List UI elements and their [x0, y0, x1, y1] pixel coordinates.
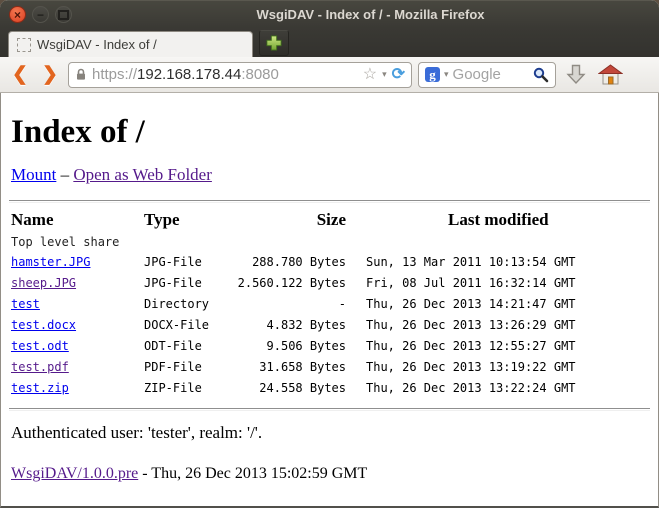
- file-size-cell: 24.558 Bytes: [231, 378, 346, 399]
- search-engine-dropdown-icon[interactable]: ▾: [444, 69, 449, 80]
- file-link[interactable]: test: [11, 297, 40, 311]
- home-icon: [598, 64, 623, 86]
- plus-icon: [266, 35, 282, 51]
- share-label: Top level share: [11, 232, 648, 252]
- file-modified-cell: Thu, 26 Dec 2013 12:55:27 GMT: [366, 336, 576, 357]
- divider-top: [9, 200, 650, 203]
- page-content: Index of / Mount – Open as Web Folder Na…: [0, 93, 659, 508]
- file-rows: hamster.JPG JPG-File288.780 Bytes Sun, 13 …: [11, 252, 648, 399]
- file-modified-cell: Fri, 08 Jul 2011 16:32:14 GMT: [366, 273, 576, 294]
- file-size-cell: 288.780 Bytes: [231, 252, 346, 273]
- table-header-row: Name Type Size Last modified: [11, 210, 648, 230]
- divider-bottom: [9, 408, 650, 411]
- new-tab-button[interactable]: [259, 30, 289, 56]
- forward-button[interactable]: ❯: [38, 63, 62, 87]
- file-name-cell: test.odt: [11, 336, 144, 357]
- back-button[interactable]: ❮: [8, 63, 32, 87]
- url-scheme: https://: [92, 66, 137, 83]
- server-date: - Thu, 26 Dec 2013 15:02:59 GMT: [138, 465, 367, 482]
- download-button[interactable]: [562, 61, 590, 89]
- file-name-cell: test.pdf: [11, 357, 144, 378]
- page-title: Index of /: [11, 114, 648, 151]
- bookmark-star-icon[interactable]: ☆: [363, 67, 377, 83]
- window-title: WsgiDAV - Index of / - Mozilla Firefox: [12, 7, 659, 22]
- file-link[interactable]: test.zip: [11, 381, 69, 395]
- action-links: Mount – Open as Web Folder: [11, 165, 648, 185]
- file-name-cell: test.docx: [11, 315, 144, 336]
- file-link[interactable]: hamster.JPG: [11, 255, 90, 269]
- col-header-name: Name: [11, 210, 144, 230]
- file-type-cell: DOCX-File: [144, 315, 231, 336]
- table-row: hamster.JPG JPG-File288.780 Bytes Sun, 13 …: [11, 252, 648, 273]
- file-size-cell: 9.506 Bytes: [231, 336, 346, 357]
- col-header-modified: Last modified: [448, 210, 549, 230]
- search-icon[interactable]: [533, 67, 549, 83]
- mount-link[interactable]: Mount: [11, 165, 56, 184]
- table-row: sheep.JPG JPG-File2.560.122 Bytes Fri, 08 …: [11, 273, 648, 294]
- url-port: :8080: [241, 66, 279, 83]
- url-host: 192.168.178.44: [137, 66, 241, 83]
- file-size-cell: -: [231, 294, 346, 315]
- file-link[interactable]: test.odt: [11, 339, 69, 353]
- file-size-cell: 2.560.122 Bytes: [231, 273, 346, 294]
- file-type-cell: JPG-File: [144, 273, 231, 294]
- file-name-cell: test.zip: [11, 378, 144, 399]
- col-header-size: Size: [231, 210, 346, 230]
- wsgidav-version-link[interactable]: WsgiDAV/1.0.0.pre: [11, 465, 138, 482]
- table-row: test.odt ODT-File9.506 Bytes Thu, 26 Dec 2…: [11, 336, 648, 357]
- open-as-web-folder-link[interactable]: Open as Web Folder: [73, 165, 212, 184]
- directory-table: Name Type Size Last modified Top level s…: [11, 210, 648, 399]
- google-engine-icon[interactable]: g: [425, 67, 440, 82]
- table-row: test.pdf PDF-File31.658 Bytes Thu, 26 Dec …: [11, 357, 648, 378]
- file-link[interactable]: sheep.JPG: [11, 276, 76, 290]
- file-type-cell: Directory: [144, 294, 231, 315]
- table-row: test Directory-Thu, 26 Dec 2013 14:21:47 …: [11, 294, 648, 315]
- url-text[interactable]: https://192.168.178.44:8080: [92, 66, 358, 83]
- file-modified-cell: Thu, 26 Dec 2013 13:19:22 GMT: [366, 357, 576, 378]
- file-type-cell: ODT-File: [144, 336, 231, 357]
- file-link[interactable]: test.docx: [11, 318, 76, 332]
- file-name-cell: sheep.JPG: [11, 273, 144, 294]
- file-size-cell: 4.832 Bytes: [231, 315, 346, 336]
- file-modified-cell: Thu, 26 Dec 2013 13:22:24 GMT: [366, 378, 576, 399]
- url-bar[interactable]: https://192.168.178.44:8080 ☆ ▾ ⟳: [68, 62, 412, 88]
- tab-label: WsgiDAV - Index of /: [37, 37, 157, 52]
- search-bar[interactable]: g ▾ Google: [418, 62, 556, 88]
- titlebar[interactable]: × − WsgiDAV - Index of / - Mozilla Firef…: [0, 0, 659, 28]
- urlbar-dropdown-icon[interactable]: ▾: [382, 69, 387, 80]
- file-type-cell: JPG-File: [144, 252, 231, 273]
- lock-icon: [75, 68, 87, 81]
- server-signature: WsgiDAV/1.0.0.pre - Thu, 26 Dec 2013 15:…: [11, 465, 648, 483]
- search-input[interactable]: Google: [453, 66, 529, 83]
- favicon-placeholder-icon: [17, 38, 31, 52]
- file-modified-cell: Thu, 26 Dec 2013 14:21:47 GMT: [366, 294, 576, 315]
- reload-icon[interactable]: ⟳: [392, 67, 405, 83]
- file-modified-cell: Thu, 26 Dec 2013 13:26:29 GMT: [366, 315, 576, 336]
- file-link[interactable]: test.pdf: [11, 360, 69, 374]
- col-header-type: Type: [144, 210, 231, 230]
- link-separator: –: [56, 165, 73, 184]
- auth-status: Authenticated user: 'tester', realm: '/'…: [11, 423, 648, 443]
- file-name-cell: hamster.JPG: [11, 252, 144, 273]
- tab-bar: WsgiDAV - Index of /: [0, 28, 659, 57]
- file-name-cell: test: [11, 294, 144, 315]
- table-row: test.docx DOCX-File4.832 Bytes Thu, 26 Dec…: [11, 315, 648, 336]
- file-type-cell: PDF-File: [144, 357, 231, 378]
- file-modified-cell: Sun, 13 Mar 2011 10:13:54 GMT: [366, 252, 576, 273]
- file-size-cell: 31.658 Bytes: [231, 357, 346, 378]
- firefox-window: × − WsgiDAV - Index of / - Mozilla Firef…: [0, 0, 659, 508]
- download-arrow-icon: [566, 64, 586, 86]
- tab-wsgidav[interactable]: WsgiDAV - Index of /: [8, 31, 253, 57]
- navigation-toolbar: ❮ ❯ https://192.168.178.44:8080 ☆ ▾ ⟳ g …: [0, 57, 659, 93]
- table-row: test.zip ZIP-File24.558 Bytes Thu, 26 Dec …: [11, 378, 648, 399]
- home-button[interactable]: [596, 61, 624, 89]
- file-type-cell: ZIP-File: [144, 378, 231, 399]
